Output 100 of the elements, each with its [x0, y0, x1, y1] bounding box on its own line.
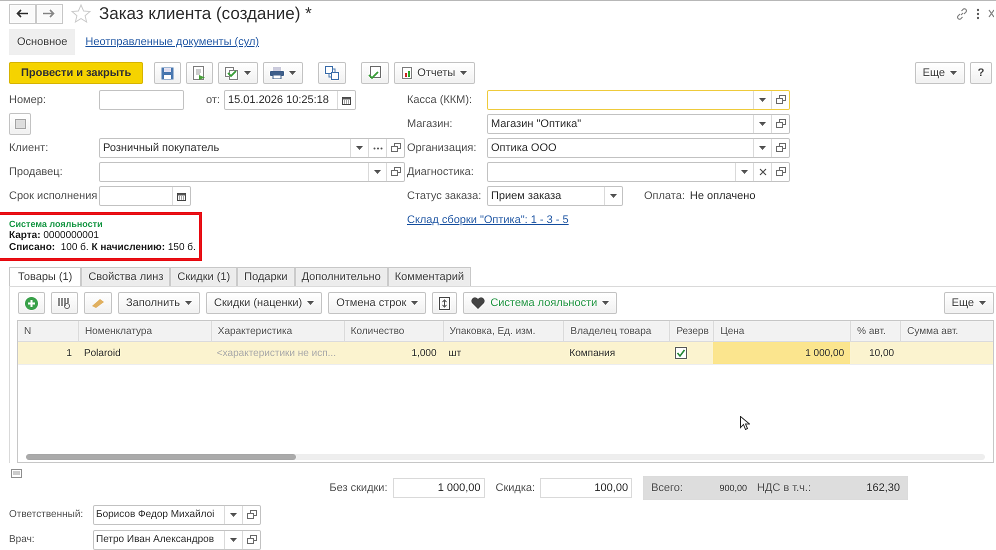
payment-label: Оплата:	[644, 190, 685, 202]
tab[interactable]: Подарки	[237, 267, 295, 286]
column-header[interactable]: Количество	[344, 321, 443, 342]
input-field[interactable]: Петро Иван Александров	[93, 530, 261, 550]
print-button[interactable]	[263, 62, 304, 84]
eraser-icon	[91, 298, 105, 308]
arrow-left-icon	[16, 9, 28, 18]
input-field[interactable]	[99, 186, 191, 206]
table-cell-text: Polaroid	[82, 346, 122, 361]
discounts-button[interactable]: Скидки (наценки)	[206, 292, 322, 314]
field-label: Касса (ККМ):	[407, 94, 474, 106]
tab[interactable]: Дополнительно	[294, 267, 388, 286]
field-label: Магазин:	[407, 118, 454, 130]
input-field[interactable]	[99, 162, 405, 182]
amount-field[interactable]: 100,00	[540, 478, 632, 498]
caret-icon	[374, 170, 381, 174]
help-button[interactable]: ?	[970, 62, 992, 84]
section-link[interactable]: Неотправленные документы (сул)	[81, 29, 264, 56]
input-field[interactable]: Розничный покупатель	[99, 138, 405, 158]
attach-button[interactable]	[9, 113, 31, 136]
column-header[interactable]: Цена	[713, 321, 850, 342]
open-button[interactable]	[386, 139, 404, 158]
close-icon[interactable]	[988, 9, 994, 18]
tab[interactable]: Комментарий	[388, 267, 472, 286]
windows-icon	[246, 510, 256, 520]
warehouse-link[interactable]: Склад сборки "Оптика": 1 - 3 - 5	[407, 214, 569, 226]
amount-field[interactable]: 1 000,00	[392, 478, 485, 498]
loyalty-title: Система лояльности	[9, 218, 104, 230]
reports-button[interactable]: Отчеты	[394, 62, 476, 84]
arrow-right-icon	[42, 9, 54, 18]
open-button[interactable]	[386, 163, 404, 182]
input-field[interactable]: Оптика ООО	[487, 138, 790, 158]
input-field[interactable]: 15.01.2026 10:25:18	[224, 90, 356, 110]
link-icon[interactable]	[956, 8, 968, 20]
plus-icon	[25, 296, 38, 310]
table-row[interactable]: 1 Polaroid <характеристики не исп... 1,000 шт Компания 1 000,00 10,00	[18, 342, 993, 366]
column-header[interactable]: % авт.	[850, 321, 900, 342]
input-field[interactable]	[487, 90, 790, 110]
resize-button[interactable]	[432, 292, 458, 314]
column-header[interactable]: N	[18, 321, 78, 342]
open-button[interactable]	[242, 506, 260, 524]
more-icon[interactable]	[976, 8, 980, 20]
structure-button[interactable]	[318, 62, 346, 84]
caret-icon	[741, 170, 748, 174]
post-and-close-button[interactable]: Провести и закрыть	[9, 62, 144, 84]
column-header[interactable]: Номенклатура	[78, 321, 211, 342]
pointer-icon	[740, 416, 750, 430]
windows-icon	[776, 119, 786, 130]
field-label: Клиент:	[9, 142, 50, 154]
fill-button[interactable]: Заполнить	[118, 292, 200, 314]
vat-label: НДС в т.ч.:	[756, 482, 811, 494]
more-button[interactable]: Еще	[914, 62, 965, 84]
input-field[interactable]: Борисов Федор Михайлоі	[93, 504, 261, 525]
field-label: от:	[206, 94, 220, 106]
grid-magnifier-icon	[58, 296, 71, 310]
open-button[interactable]	[242, 530, 260, 549]
total-value: 900,00	[718, 483, 747, 494]
star-icon[interactable]	[71, 4, 91, 24]
input-field[interactable]	[99, 90, 184, 110]
section-tab[interactable]: Основное	[9, 29, 76, 56]
add-button[interactable]	[18, 292, 45, 314]
tab[interactable]: Товары (1)	[9, 267, 82, 286]
input-field[interactable]	[487, 162, 790, 182]
column-header[interactable]: Резерв	[669, 321, 714, 342]
input-field[interactable]: Магазин "Оптика"	[487, 114, 790, 134]
loyalty-info: Списано: 100 б. К начислению: 150 б.	[9, 242, 193, 254]
vertical-arrows-icon	[439, 296, 450, 310]
input-field[interactable]: Прием заказа	[487, 186, 623, 206]
caret-icon	[759, 98, 766, 102]
create-based-button[interactable]	[218, 62, 258, 84]
open-button[interactable]	[771, 163, 789, 182]
column-header[interactable]: Упаковка, Ед. изм.	[442, 321, 564, 342]
more-button[interactable]: Еще	[944, 292, 994, 314]
scrollbar[interactable]	[26, 454, 985, 460]
field-label: Срок исполнения	[9, 190, 98, 202]
open-button[interactable]	[771, 91, 789, 110]
windows-icon	[776, 143, 786, 154]
column-header[interactable]: Владелец товара	[563, 321, 670, 342]
back-button[interactable]	[9, 4, 36, 24]
window-title: Заказ клиента (создание) *	[99, 4, 312, 24]
column-header[interactable]: Характеристика	[210, 321, 344, 342]
open-button[interactable]	[771, 139, 789, 158]
list-icon[interactable]	[11, 469, 22, 478]
caret-icon	[356, 146, 363, 150]
cancel-rows-button[interactable]: Отмена строк	[328, 292, 426, 314]
caret-icon	[610, 194, 617, 198]
table-cell-text: 1,000	[410, 346, 438, 361]
caret-icon	[759, 122, 766, 126]
pick-button[interactable]	[51, 292, 78, 314]
column-header[interactable]: Сумма авт.	[900, 321, 994, 342]
checkbox[interactable]	[675, 347, 688, 360]
tab[interactable]: Свойства линз	[81, 267, 170, 286]
check-button[interactable]	[361, 62, 390, 84]
tab[interactable]: Скидки (1)	[170, 267, 238, 286]
caret-icon	[759, 146, 766, 150]
windows-icon	[246, 534, 256, 545]
open-button[interactable]	[771, 115, 789, 134]
save-button[interactable]	[154, 62, 182, 84]
windows-icon	[390, 143, 400, 154]
post-button[interactable]	[186, 62, 214, 84]
